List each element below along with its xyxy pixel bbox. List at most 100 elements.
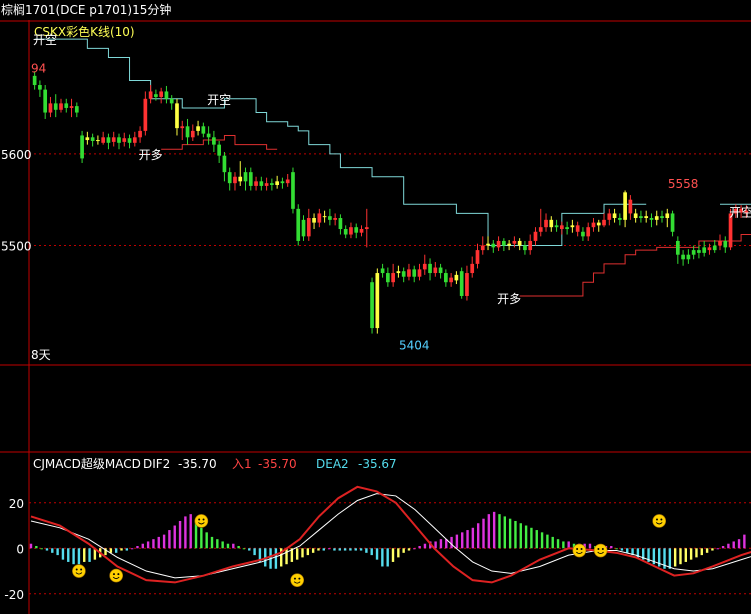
candle-body — [85, 137, 90, 141]
candle-body — [190, 130, 195, 138]
macd-hist-bar — [311, 548, 315, 553]
candle-body — [654, 216, 659, 220]
candle-body — [465, 273, 469, 296]
candle-body — [159, 91, 164, 97]
macd-hist-bar — [67, 548, 70, 562]
macd-entry-value: -35.70 — [258, 457, 297, 471]
smiley-eye — [117, 573, 120, 576]
candle-body — [581, 231, 585, 237]
candle-body — [243, 172, 248, 182]
candle-body — [417, 269, 422, 277]
macd-hist-bar — [519, 523, 522, 549]
macd-hist-bar — [35, 546, 38, 549]
macd-hist-bar — [375, 548, 379, 560]
candle-body — [275, 181, 279, 185]
macd-hist-bar — [530, 527, 533, 549]
k-annotation-high: 5558 — [668, 177, 699, 191]
macd-hist-bar — [232, 543, 235, 549]
smiley-icon — [72, 564, 86, 578]
macd-hist-bar — [343, 548, 347, 551]
macd-hist-bar — [482, 518, 485, 549]
candle-body — [686, 254, 691, 260]
candle-body — [296, 208, 301, 241]
candle-body — [412, 269, 417, 277]
macd-hist-bar — [743, 534, 746, 549]
smiley-eye — [580, 548, 583, 551]
macd-hist-bar — [237, 546, 240, 549]
candle-body — [285, 179, 290, 184]
macd-hist-bar — [45, 548, 49, 551]
macd-hist-bar — [200, 527, 203, 549]
candle-body — [444, 273, 448, 283]
candle-body — [396, 271, 401, 274]
macd-hist-bar — [721, 546, 725, 549]
candle-body — [422, 263, 427, 270]
macd-hist-bar — [274, 548, 278, 569]
candle-body — [175, 103, 179, 129]
k-annotation-short: 开空 — [729, 206, 751, 220]
candle-body — [64, 103, 69, 108]
candle-body — [132, 137, 137, 143]
candle-body — [533, 231, 538, 241]
macd-hist-bar — [732, 541, 735, 549]
candle-body — [164, 91, 169, 99]
macd-hist-bar — [626, 548, 629, 553]
macd-hist-bar — [386, 548, 389, 567]
macd-hist-bar — [29, 543, 33, 549]
macd-hist-bar — [567, 541, 570, 549]
macd-hist-bar — [689, 548, 693, 560]
macd-hist-bar — [615, 548, 618, 550]
macd-hist-bar — [620, 548, 624, 551]
smiley-eye — [75, 568, 78, 571]
candle-body — [90, 137, 95, 141]
candle-body — [364, 227, 369, 230]
candle-body — [59, 103, 63, 110]
candle-body — [538, 227, 543, 232]
macd-hist-bar — [354, 548, 357, 551]
candle-body — [454, 274, 459, 281]
candle-body — [623, 192, 627, 220]
k-annotation-long: 开多 — [139, 148, 163, 162]
candle-body — [607, 213, 612, 220]
macd-hist-bar — [248, 548, 251, 551]
candle-body — [53, 103, 58, 110]
macd-y-tick-label: 20 — [9, 497, 24, 511]
smiley-icon — [194, 514, 209, 528]
macd-hist-bar — [508, 518, 512, 549]
candle-body — [301, 219, 306, 237]
macd-hist-bar — [413, 548, 416, 550]
smiley-eye — [112, 573, 115, 576]
macd-hist-bar — [205, 532, 208, 549]
candle-body — [185, 126, 190, 138]
candle-body — [117, 137, 121, 143]
candle-body — [370, 282, 374, 329]
candle-body — [106, 137, 111, 143]
macd-hist-bar — [114, 548, 118, 553]
candle-body — [617, 218, 622, 220]
candle-body — [702, 247, 707, 253]
cyan-stop-line — [34, 38, 751, 247]
candle-body — [718, 240, 722, 246]
candle-body — [238, 176, 243, 182]
macd-hist-bar — [610, 546, 613, 549]
macd-hist-bar — [178, 520, 182, 549]
candle-body — [681, 254, 685, 260]
smiley-icon — [290, 573, 304, 587]
macd-hist-bar — [705, 548, 709, 553]
chart-canvas[interactable]: 56005500CSKX彩色K线(10)开空94开空开多5558开空5476开多… — [0, 0, 751, 614]
macd-hist-bar — [120, 548, 123, 551]
candle-body — [675, 240, 680, 255]
macd-hist-bar — [146, 541, 150, 549]
candle-body — [180, 126, 185, 129]
candle-body — [317, 213, 322, 223]
macd-hist-bar — [88, 548, 91, 562]
macd-hist-bar — [679, 548, 682, 565]
candle-body — [697, 250, 701, 253]
candle-body — [670, 213, 675, 232]
macd-hist-bar — [333, 548, 336, 551]
macd-hist-bar — [551, 536, 554, 549]
candle-body — [291, 172, 295, 209]
macd-hist-bar — [162, 534, 166, 549]
candle-body — [691, 250, 696, 255]
candle-body — [486, 243, 490, 246]
